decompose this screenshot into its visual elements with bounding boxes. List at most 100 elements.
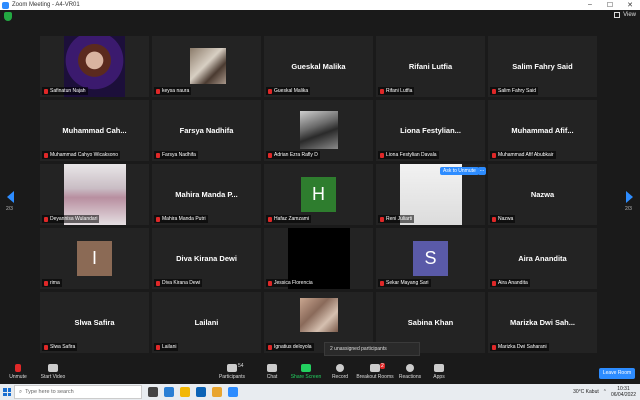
view-button[interactable]: View: [614, 12, 636, 18]
next-page-arrow[interactable]: [624, 190, 634, 203]
participant-name: Deyannisa Wulandari: [50, 216, 98, 222]
chat-label: Chat: [266, 374, 278, 380]
network-icon[interactable]: ⌃: [603, 389, 607, 395]
participant-tile[interactable]: Slwa Safira Slwa Safira: [40, 292, 149, 353]
participant-tile[interactable]: keysa naura: [152, 36, 261, 97]
participant-video: [190, 48, 226, 84]
video-off-icon: [48, 364, 58, 372]
previous-page-arrow[interactable]: [6, 190, 16, 203]
participant-tile[interactable]: Adrian Ezra Rafly D: [264, 100, 373, 161]
muted-mic-icon: [268, 280, 272, 286]
participant-label: Adrian Ezra Rafly D: [266, 151, 320, 159]
apps-button[interactable]: Apps: [419, 364, 459, 380]
ask-to-unmute-button[interactable]: Ask to Unmute: [440, 167, 479, 175]
muted-mic-icon: [268, 216, 272, 222]
minimize-icon[interactable]: –: [580, 1, 600, 9]
unassigned-participants-popup[interactable]: 2 unassigned participants: [324, 342, 420, 356]
participant-name: Hafaz Zamzami: [274, 216, 310, 222]
participant-name: Marizka Dwi Saharani: [498, 344, 547, 350]
unmute-label: Unmute: [9, 374, 27, 380]
participant-label: Lailani: [154, 343, 179, 351]
windows-start-icon[interactable]: [0, 384, 14, 400]
participant-name: Rifani Lutfia: [386, 88, 413, 94]
participant-name: keysa naura: [162, 88, 190, 94]
more-options-button[interactable]: ...: [478, 167, 486, 175]
participant-label: Rifani Lutfia: [378, 87, 415, 95]
participant-tile[interactable]: Aira Anandita Aira Anandita: [488, 228, 597, 289]
participants-label: Participants: [218, 374, 246, 380]
chrome-icon[interactable]: [212, 387, 222, 397]
participant-tile[interactable]: Diva Kirana Dewi Diva Kirana Dewi: [152, 228, 261, 289]
chat-icon: [267, 364, 277, 372]
record-icon: [336, 364, 344, 372]
maximize-icon[interactable]: ☐: [600, 1, 620, 9]
file-explorer-icon[interactable]: [180, 387, 190, 397]
close-icon[interactable]: ✕: [620, 1, 640, 9]
participant-tile[interactable]: Mahira Manda P... Mahira Manda Putri: [152, 164, 261, 225]
muted-mic-icon: [268, 88, 272, 94]
search-placeholder: Type here to search: [25, 389, 74, 395]
participant-tile[interactable]: Rifani Lutfia Rifani Lutfia: [376, 36, 485, 97]
participant-name: Slwa Safira: [50, 344, 76, 350]
muted-mic-icon: [492, 152, 496, 158]
share-screen-label: Share Screen: [290, 374, 322, 380]
participant-tile[interactable]: Muhammad Afif... Muhammad Afif Abubkair: [488, 100, 597, 161]
view-label: View: [623, 12, 636, 18]
muted-mic-icon: [156, 280, 160, 286]
participant-tile[interactable]: S Sekar Mayang Sari: [376, 228, 485, 289]
participant-video: [300, 111, 338, 149]
participant-label: Sekar Mayang Sari: [378, 279, 431, 287]
record-button[interactable]: Record: [320, 364, 360, 380]
edge-icon[interactable]: [164, 387, 174, 397]
participant-tile[interactable]: Lailani Lailani: [152, 292, 261, 353]
participants-icon: [227, 364, 237, 372]
taskbar-search-input[interactable]: ⌕ Type here to search: [14, 385, 142, 399]
participant-name: Aira Anandita: [498, 280, 528, 286]
participant-initial-avatar: H: [301, 177, 336, 212]
participant-name: Adrian Ezra Rafly D: [274, 152, 318, 158]
participant-tile[interactable]: I rima: [40, 228, 149, 289]
record-label: Record: [331, 374, 349, 380]
participant-tile[interactable]: Jessica Florencia: [264, 228, 373, 289]
participant-tile[interactable]: Gueskal Malika Gueskal Malika: [264, 36, 373, 97]
muted-mic-icon: [44, 280, 48, 286]
participant-label: Slwa Safira: [42, 343, 78, 351]
weather-text[interactable]: 30°C Kabut: [573, 389, 599, 395]
participant-big-name: Slwa Safira: [74, 318, 115, 327]
store-icon[interactable]: [196, 387, 206, 397]
participant-name: Liona Festylian Davala: [386, 152, 437, 158]
apps-icon: [434, 364, 444, 372]
shield-icon[interactable]: [4, 12, 12, 21]
participant-tile[interactable]: Muhammad Cah... Muhammad Cahyo Wicaksono: [40, 100, 149, 161]
participant-tile[interactable]: H Hafaz Zamzami: [264, 164, 373, 225]
participant-big-name: Muhammad Afif...: [511, 126, 574, 135]
participant-tile[interactable]: Safinatun Najah: [40, 36, 149, 97]
participant-tile[interactable]: Farsya Nadhifa Farsya Nadhifa: [152, 100, 261, 161]
participant-tile[interactable]: Marizka Dwi Sah... Marizka Dwi Saharani: [488, 292, 597, 353]
participant-label: Salim Fahry Said: [490, 87, 539, 95]
participant-big-name: Mahira Manda P...: [175, 190, 238, 199]
breakout-badge: 2: [380, 363, 385, 369]
muted-mic-icon: [44, 216, 48, 222]
participant-big-name: Sabina Khan: [407, 318, 454, 327]
participant-name: Jessica Florencia: [274, 280, 313, 286]
participant-label: Muhammad Cahyo Wicaksono: [42, 151, 121, 159]
participants-button[interactable]: Participants: [212, 364, 252, 380]
participant-tile[interactable]: Nazwa Nazwa: [488, 164, 597, 225]
start-video-button[interactable]: Start Video: [33, 364, 73, 380]
participant-label: keysa naura: [154, 87, 192, 95]
zoom-taskbar-icon[interactable]: [228, 387, 238, 397]
participant-tile[interactable]: Salim Fahry Said Salim Fahry Said: [488, 36, 597, 97]
participant-tile[interactable]: Liona Festylian... Liona Festylian Daval…: [376, 100, 485, 161]
participants-count: 54: [238, 363, 244, 369]
breakout-rooms-icon: [370, 364, 380, 372]
task-view-icon[interactable]: [148, 387, 158, 397]
windows-taskbar: ⌕ Type here to search 30°C Kabut ⌃ 10:31…: [0, 384, 640, 400]
clock[interactable]: 10:31 06/04/2022: [611, 386, 636, 398]
breakout-rooms-button[interactable]: Breakout Rooms: [355, 364, 395, 380]
muted-mic-icon: [380, 152, 384, 158]
muted-mic-icon: [380, 280, 384, 286]
participant-label: Nazwa: [490, 215, 516, 223]
leave-room-button[interactable]: Leave Room: [599, 368, 635, 379]
participant-tile[interactable]: Deyannisa Wulandari: [40, 164, 149, 225]
